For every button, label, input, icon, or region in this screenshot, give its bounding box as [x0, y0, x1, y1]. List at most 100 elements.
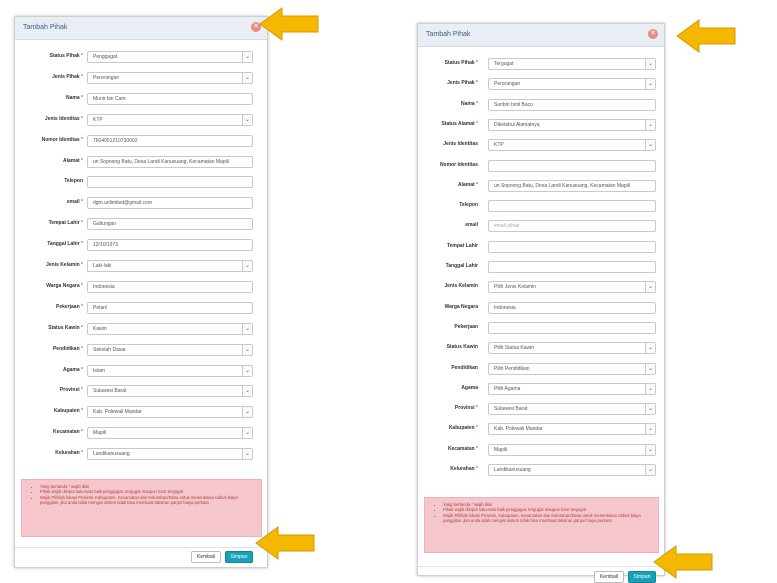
- pekerjaan-input[interactable]: Petani: [87, 301, 253, 314]
- jenis-kelamin-select[interactable]: Pilih Jenis Kelamin ⌄: [488, 281, 656, 294]
- status-pihak-select[interactable]: Tergugat ⌄: [488, 58, 656, 70]
- jenis-pihak-select[interactable]: Perorangan ⌄: [488, 78, 656, 91]
- jenis-kelamin-select[interactable]: Laki-laki ⌄: [87, 260, 253, 272]
- field-label: Pekerjaan *: [56, 303, 83, 310]
- kelurahan-select[interactable]: Landikanusuang ⌄: [87, 448, 253, 461]
- arrow-left-icon: [653, 545, 713, 579]
- status-kawin-select[interactable]: Kawin ⌄: [87, 322, 253, 335]
- field-label: Nomor Identitas *: [41, 136, 83, 143]
- field-label: Telepon: [459, 202, 478, 209]
- field-label: Kecamatan *: [447, 445, 478, 452]
- field-label: Tanggal Lahir *: [47, 241, 83, 248]
- field-row-nomor-identitas: Nomor Identitas: [418, 159, 664, 173]
- nomor-identitas-input[interactable]: 7604051210730002: [87, 134, 253, 147]
- tanggal-lahir-input[interactable]: [488, 261, 656, 273]
- kelurahan-select[interactable]: Landikanusuang ⌄: [488, 464, 656, 476]
- notice-list: Yang bertanda * wajib diisiPihak wajib d…: [437, 502, 650, 523]
- field-label: Warga Negara: [444, 303, 478, 310]
- field-row-nama: Nama * Munir bin Cam: [15, 92, 267, 106]
- tanggal-lahir-input[interactable]: 12/10/1973: [87, 239, 253, 252]
- agama-select[interactable]: Islam ⌄: [87, 364, 253, 377]
- kabupaten-select[interactable]: Kab. Polewali Mandar ⌄: [488, 423, 656, 436]
- field-row-jenis-identitas: Jenis Identitas KTP ⌄: [418, 139, 664, 152]
- chevron-down-icon: ⌄: [242, 52, 252, 62]
- chevron-down-icon: ⌄: [645, 140, 655, 151]
- field-row-kelurahan: Kelurahan * Landikanusuang ⌄: [418, 464, 664, 477]
- kecamatan-select[interactable]: Mapili ⌄: [488, 443, 656, 456]
- field-row-provinsi: Provinsi * Sulawesi Barat ⌄: [418, 403, 664, 416]
- nomor-identitas-input[interactable]: [488, 159, 656, 172]
- provinsi-select[interactable]: Sulawesi Barat ⌄: [488, 403, 656, 416]
- tempat-lahir-input[interactable]: Galtungan: [87, 218, 253, 231]
- notice-item: Wajib Pilihlah lokasi Provinsi, Kabupate…: [40, 495, 253, 506]
- field-label: Status Alamat *: [441, 120, 478, 127]
- field-label: Jenis Pihak *: [52, 73, 83, 80]
- notice-item: Wajib Pilihlah lokasi Provinsi, Kabupate…: [443, 513, 650, 524]
- pekerjaan-input[interactable]: [488, 321, 656, 334]
- field-label: Kabupaten *: [448, 425, 478, 432]
- field-row-telepon: Telepon: [15, 176, 267, 189]
- chevron-down-icon: ⌄: [645, 444, 655, 455]
- field-label: Jenis Identitas: [443, 141, 478, 148]
- chevron-down-icon: ⌄: [645, 424, 655, 435]
- pendidikan-select[interactable]: Pilih Pendidikan ⌄: [488, 362, 656, 375]
- field-row-alamat: Alamat * un Sopoong Batu, Desa Landi Kanu…: [418, 179, 664, 193]
- nama-input[interactable]: Munir bin Cam: [87, 92, 253, 105]
- warga-negara-input[interactable]: Indonesia: [87, 280, 253, 293]
- field-label: Tempat Lahir *: [48, 220, 83, 227]
- status-pihak-select[interactable]: Penggugat ⌄: [87, 51, 253, 63]
- chevron-down-icon: ⌄: [242, 114, 252, 125]
- notice-box: Yang bertanda * wajib diisiPihak wajib d…: [21, 479, 262, 537]
- field-label: email: [465, 222, 478, 229]
- back-button[interactable]: Kembali: [594, 571, 624, 583]
- chevron-down-icon: ⌄: [645, 465, 655, 475]
- status-alamat-select[interactable]: Diketahui Alamatnya ⌄: [488, 118, 656, 131]
- agama-select[interactable]: Pilih Agama ⌄: [488, 382, 656, 395]
- kecamatan-select[interactable]: Mapili ⌄: [87, 427, 253, 440]
- chevron-down-icon: ⌄: [242, 344, 252, 355]
- jenis-identitas-select[interactable]: KTP ⌄: [87, 113, 253, 126]
- email-input[interactable]: email pihak: [488, 220, 656, 233]
- arrow-left-icon: [259, 7, 319, 41]
- warga-negara-input[interactable]: Indonesia: [488, 301, 656, 314]
- field-row-tanggal-lahir: Tanggal Lahir: [418, 261, 664, 274]
- field-label: Warga Negara *: [46, 282, 83, 289]
- chevron-down-icon: ⌄: [242, 365, 252, 376]
- field-row-nama: Nama * Sunbiri binti Baco: [418, 98, 664, 112]
- status-kawin-select[interactable]: Pilih Status Kawin ⌄: [488, 342, 656, 355]
- alamat-input[interactable]: un Sopoong Batu, Desa Landi Kanusuang, K…: [488, 179, 656, 192]
- chevron-down-icon: ⌄: [242, 428, 252, 439]
- field-row-kelurahan: Kelurahan * Landikanusuang ⌄: [15, 448, 267, 461]
- jenis-identitas-select[interactable]: KTP ⌄: [488, 139, 656, 152]
- field-row-status-pihak: Status Pihak * Penggugat ⌄: [15, 51, 267, 64]
- field-row-kecamatan: Kecamatan * Mapili ⌄: [15, 427, 267, 440]
- email-input[interactable]: dgm.unlimited@gmail.com: [87, 197, 253, 210]
- telepon-input[interactable]: [488, 200, 656, 213]
- nama-input[interactable]: Sunbiri binti Baco: [488, 98, 656, 111]
- chevron-down-icon: ⌄: [242, 323, 252, 334]
- field-label: Jenis Kelamin: [444, 283, 478, 290]
- field-label: Alamat *: [62, 157, 83, 164]
- field-row-pekerjaan: Pekerjaan: [418, 321, 664, 335]
- arrow-left-icon: [676, 19, 736, 53]
- save-button[interactable]: Simpan: [225, 551, 253, 563]
- field-row-jenis-pihak: Jenis Pihak * Perorangan ⌄: [15, 71, 267, 85]
- field-row-status-pihak: Status Pihak * Tergugat ⌄: [418, 58, 664, 71]
- jenis-pihak-select[interactable]: Perorangan ⌄: [87, 71, 253, 84]
- pendidikan-select[interactable]: Sekolah Dasar ⌄: [87, 343, 253, 356]
- chevron-down-icon: ⌄: [242, 261, 252, 271]
- tempat-lahir-input[interactable]: [488, 240, 656, 253]
- field-label: Telepon: [64, 178, 83, 185]
- field-row-pekerjaan: Pekerjaan * Petani: [15, 301, 267, 315]
- kabupaten-select[interactable]: Kab. Polewali Mandar ⌄: [87, 406, 253, 419]
- modal-header: Tambah Pihak ✕: [15, 17, 267, 40]
- field-row-status-kawin: Status Kawin Pilih Status Kawin ⌄: [418, 342, 664, 355]
- back-button[interactable]: Kembali: [191, 551, 221, 563]
- notice-list: Yang bertanda * wajib diisiPihak wajib d…: [34, 484, 253, 505]
- alamat-input[interactable]: un Sopoong Batu, Desa Landi Kanusuang, K…: [87, 155, 253, 168]
- field-label: Kecamatan *: [52, 429, 83, 436]
- chevron-down-icon: ⌄: [242, 386, 252, 397]
- provinsi-select[interactable]: Sulawesi Barat ⌄: [87, 385, 253, 398]
- telepon-input[interactable]: [87, 176, 253, 189]
- close-icon[interactable]: ✕: [648, 29, 658, 39]
